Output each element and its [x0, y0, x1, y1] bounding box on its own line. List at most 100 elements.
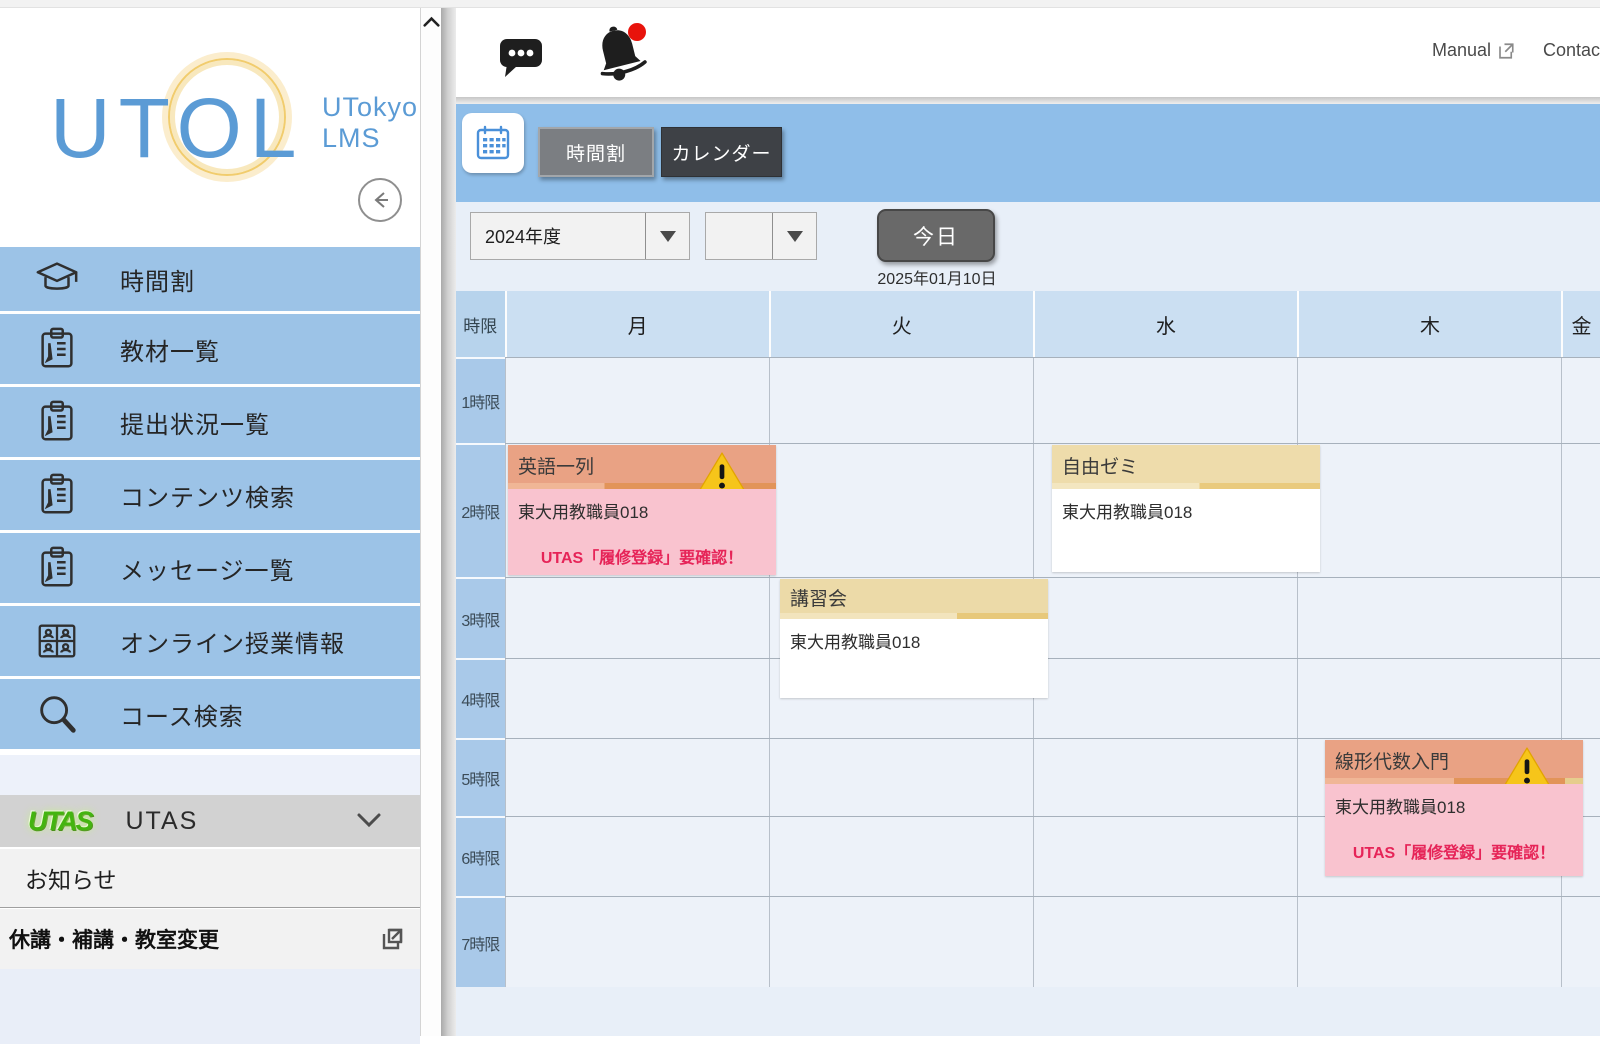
manual-link[interactable]: Manual — [1432, 40, 1515, 61]
grid-cell[interactable] — [1297, 358, 1561, 443]
sidebar-item-submission-status[interactable]: 提出状況一覧 — [0, 387, 420, 457]
grid-cell[interactable] — [505, 897, 769, 987]
grid-cell[interactable] — [1561, 444, 1600, 577]
below-grid-area — [456, 987, 1600, 1036]
course-card-linear-algebra[interactable]: 線形代数入門 東大用教職員018 UTAS「履修登録」要確認！ — [1325, 740, 1583, 876]
sidebar-item-label: メッセージ一覧 — [120, 551, 295, 586]
sidebar-scrollbar[interactable] — [420, 8, 441, 1036]
grid-cell[interactable] — [769, 897, 1033, 987]
sidebar-item-label: 時間割 — [120, 262, 195, 297]
grid-cell[interactable] — [1297, 659, 1561, 738]
sidebar: UTOL UTokyo LMS 時間割 教材一覧 提出状況一覧 コンテンツ検索 … — [0, 8, 420, 1036]
grid-cell[interactable] — [1033, 358, 1297, 443]
grid-cell[interactable] — [1033, 739, 1297, 816]
timetable-grid: 時限 月 火 水 木 金 1時限 2時限 3時限 4時限 5時限 6時限 7時限… — [456, 291, 1600, 987]
sidebar-bottom-area — [0, 969, 420, 1044]
sidebar-item-label: コンテンツ検索 — [120, 478, 295, 513]
sidebar-item-label: オンライン授業情報 — [120, 624, 345, 659]
grid-cell[interactable] — [1033, 578, 1297, 658]
sidebar-item-timetable[interactable]: 時間割 — [0, 247, 420, 311]
sidebar-item-materials[interactable]: 教材一覧 — [0, 314, 420, 384]
course-title: 自由ゼミ — [1052, 445, 1320, 483]
tab-calendar[interactable]: カレンダー — [661, 127, 782, 177]
sidebar-spacer — [0, 755, 420, 795]
sidebar-item-label: 提出状況一覧 — [120, 405, 270, 440]
calendar-icon — [475, 125, 511, 161]
sidebar-item-content-search[interactable]: コンテンツ検索 — [0, 460, 420, 530]
course-card-body: 東大用教職員018 — [780, 619, 1048, 698]
grid-cell[interactable] — [505, 817, 769, 896]
main-header: Manual Contact — [456, 8, 1600, 97]
sidebar-utas-section[interactable]: UTAS UTAS — [0, 795, 420, 847]
course-warning-text: UTAS「履修登録」要確認！ — [508, 544, 776, 568]
sidebar-collapse-button[interactable] — [358, 178, 402, 222]
course-card-english[interactable]: 英語一列 東大用教職員018 UTAS「履修登録」要確認！ — [508, 445, 776, 575]
grid-cell[interactable] — [769, 817, 1033, 896]
sidebar-item-online-class-info[interactable]: オンライン授業情報 — [0, 606, 420, 676]
clipboard-icon — [34, 472, 80, 518]
year-select-value: 2024年度 — [471, 223, 645, 249]
grid-cell[interactable] — [505, 659, 769, 738]
grid-cell[interactable] — [769, 358, 1033, 443]
dropdown-arrow-box — [645, 213, 689, 259]
sidebar-item-messages[interactable]: メッセージ一覧 — [0, 533, 420, 603]
term-select[interactable] — [705, 212, 817, 260]
course-title: 講習会 — [780, 579, 1048, 613]
sidebar-item-label: コース検索 — [120, 697, 244, 732]
sidebar-item-label: 教材一覧 — [120, 332, 220, 367]
grid-cell[interactable] — [505, 578, 769, 658]
grid-cell[interactable] — [505, 358, 769, 443]
course-card-seminar[interactable]: 講習会 東大用教職員018 — [780, 579, 1048, 698]
notification-bell-icon[interactable] — [590, 22, 648, 84]
grid-cell[interactable] — [1561, 659, 1600, 738]
dropdown-arrow-box — [772, 213, 816, 259]
grid-cell[interactable] — [1561, 358, 1600, 443]
grid-cell[interactable] — [769, 444, 1033, 577]
period-label: 4時限 — [456, 658, 505, 738]
notification-dot — [628, 23, 646, 41]
period-label: 7時限 — [456, 896, 505, 987]
grid-cell[interactable] — [769, 739, 1033, 816]
sidebar-item-class-cancellation[interactable]: 休講・補講・教室変更 — [0, 909, 420, 969]
grid-cell[interactable] — [1297, 578, 1561, 658]
sidebar-item-notices[interactable]: お知らせ — [0, 849, 420, 908]
caret-down-icon — [787, 231, 803, 242]
day-header-tue: 火 — [769, 291, 1033, 357]
period-label: 2時限 — [456, 443, 505, 577]
course-instructor: 東大用教職員018 — [1335, 793, 1573, 818]
course-instructor: 東大用教職員018 — [1062, 498, 1310, 523]
course-warning-text: UTAS「履修登録」要確認！ — [1325, 839, 1583, 863]
logo-subtitle: UTokyo LMS — [322, 92, 418, 154]
scroll-up-arrow-icon[interactable] — [423, 12, 440, 32]
grid-cell[interactable] — [1297, 444, 1561, 577]
utas-logo-icon: UTAS — [28, 806, 92, 837]
year-select[interactable]: 2024年度 — [470, 212, 690, 260]
grid-cell[interactable] — [505, 739, 769, 816]
contact-link[interactable]: Contact — [1543, 40, 1600, 61]
utol-logo: UTOL UTokyo LMS — [50, 70, 380, 180]
grid-cell[interactable] — [1561, 578, 1600, 658]
grid-cell[interactable] — [1033, 817, 1297, 896]
external-link-icon — [380, 927, 404, 951]
period-label: 6時限 — [456, 816, 505, 896]
period-corner-header: 時限 — [456, 291, 505, 357]
course-instructor: 東大用教職員018 — [790, 628, 1038, 653]
people-grid-icon — [34, 618, 80, 664]
grid-cell[interactable] — [1297, 897, 1561, 987]
sidebar-item-course-search[interactable]: コース検索 — [0, 679, 420, 749]
tab-timetable[interactable]: 時間割 — [538, 127, 654, 177]
grid-cell[interactable] — [1033, 659, 1297, 738]
period-row-7: 7時限 — [456, 896, 1600, 987]
today-button[interactable]: 今日 — [877, 209, 995, 262]
chevron-down-icon — [356, 811, 382, 829]
period-label: 1時限 — [456, 357, 505, 443]
grid-cell[interactable] — [1033, 897, 1297, 987]
caret-down-icon — [660, 231, 676, 242]
day-header-fri: 金 — [1561, 291, 1600, 357]
chat-bubble-icon[interactable] — [497, 34, 545, 80]
grid-cell[interactable] — [1561, 897, 1600, 987]
course-instructor: 東大用教職員018 — [518, 498, 766, 523]
clipboard-icon — [34, 326, 80, 372]
course-card-free-seminar[interactable]: 自由ゼミ 東大用教職員018 — [1052, 445, 1320, 572]
calendar-view-button[interactable] — [462, 113, 524, 173]
